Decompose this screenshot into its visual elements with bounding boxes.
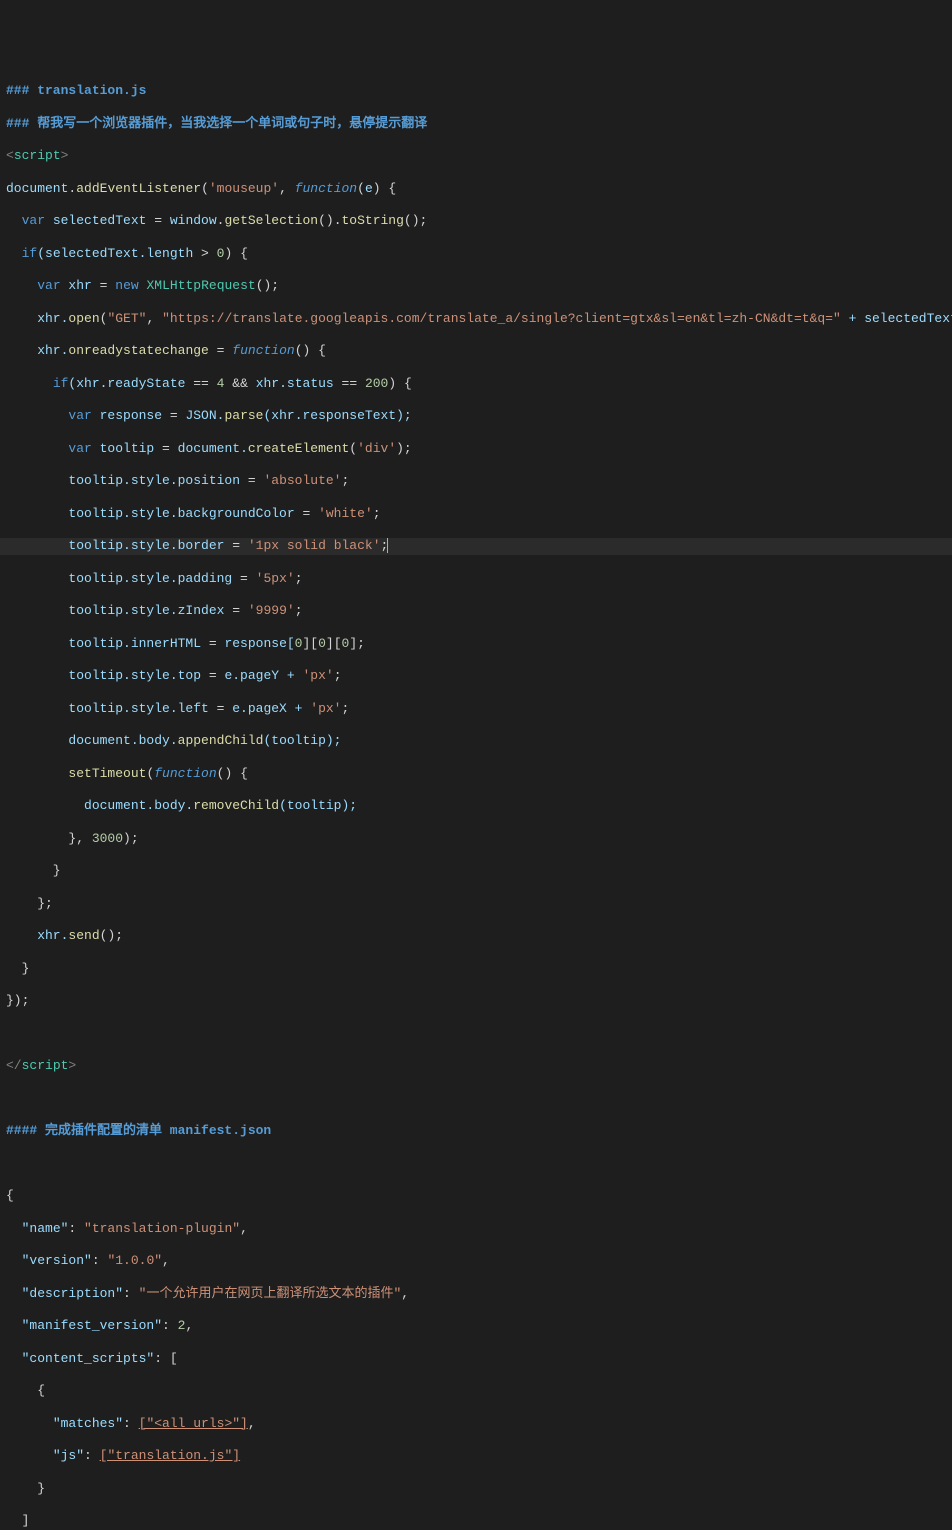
file-header: ### translation.js xyxy=(6,83,146,98)
manifest-header: #### 完成插件配置的清单 manifest.json xyxy=(6,1123,271,1138)
code-line: tooltip.innerHTML = response[0][0][0]; xyxy=(0,636,952,652)
code-line-active: tooltip.style.border = '1px solid black'… xyxy=(0,538,952,554)
code-line: tooltip.style.position = 'absolute'; xyxy=(0,473,952,489)
code-line: }); xyxy=(0,993,952,1009)
json-line: "manifest_version": 2, xyxy=(0,1318,952,1334)
code-line: if(xhr.readyState == 4 && xhr.status == … xyxy=(0,376,952,392)
code-line: document.addEventListener('mouseup', fun… xyxy=(0,181,952,197)
code-line: document.body.appendChild(tooltip); xyxy=(0,733,952,749)
code-line: xhr.onreadystatechange = function() { xyxy=(0,343,952,359)
json-line: ] xyxy=(0,1513,952,1529)
code-line: xhr.send(); xyxy=(0,928,952,944)
code-line: tooltip.style.backgroundColor = 'white'; xyxy=(0,506,952,522)
json-line: "name": "translation-plugin", xyxy=(0,1221,952,1237)
blank-line xyxy=(0,1091,952,1107)
script-close-tag: </script> xyxy=(0,1058,952,1074)
code-line: var selectedText = window.getSelection()… xyxy=(0,213,952,229)
json-line: { xyxy=(0,1188,952,1204)
code-editor[interactable]: ### translation.js ### 帮我写一个浏览器插件，当我选择一个… xyxy=(0,67,952,1530)
json-line: "version": "1.0.0", xyxy=(0,1253,952,1269)
code-line: }; xyxy=(0,896,952,912)
blank-line xyxy=(0,1026,952,1042)
code-line: document.body.removeChild(tooltip); xyxy=(0,798,952,814)
code-line: var response = JSON.parse(xhr.responseTe… xyxy=(0,408,952,424)
script-open-tag: <script> xyxy=(0,148,952,164)
code-line: tooltip.style.zIndex = '9999'; xyxy=(0,603,952,619)
js-file-link[interactable]: ["translation.js"] xyxy=(100,1448,240,1463)
json-line: { xyxy=(0,1383,952,1399)
code-line: setTimeout(function() { xyxy=(0,766,952,782)
code-line: var tooltip = document.createElement('di… xyxy=(0,441,952,457)
matches-link[interactable]: ["<all urls>"] xyxy=(139,1416,248,1431)
json-line: "content_scripts": [ xyxy=(0,1351,952,1367)
code-line: if(selectedText.length > 0) { xyxy=(0,246,952,262)
blank-line xyxy=(0,1156,952,1172)
json-line: } xyxy=(0,1481,952,1497)
code-line: xhr.open("GET", "https://translate.googl… xyxy=(0,311,952,327)
code-line: }, 3000); xyxy=(0,831,952,847)
code-line: } xyxy=(0,961,952,977)
code-line: tooltip.style.left = e.pageX + 'px'; xyxy=(0,701,952,717)
code-line: tooltip.style.top = e.pageY + 'px'; xyxy=(0,668,952,684)
json-line: "matches": ["<all urls>"], xyxy=(0,1416,952,1432)
code-line: } xyxy=(0,863,952,879)
json-line: "js": ["translation.js"] xyxy=(0,1448,952,1464)
json-line: "description": "一个允许用户在网页上翻译所选文本的插件", xyxy=(0,1286,952,1302)
prompt-header: ### 帮我写一个浏览器插件，当我选择一个单词或句子时，悬停提示翻译 xyxy=(6,116,427,131)
code-line: var xhr = new XMLHttpRequest(); xyxy=(0,278,952,294)
code-line: tooltip.style.padding = '5px'; xyxy=(0,571,952,587)
